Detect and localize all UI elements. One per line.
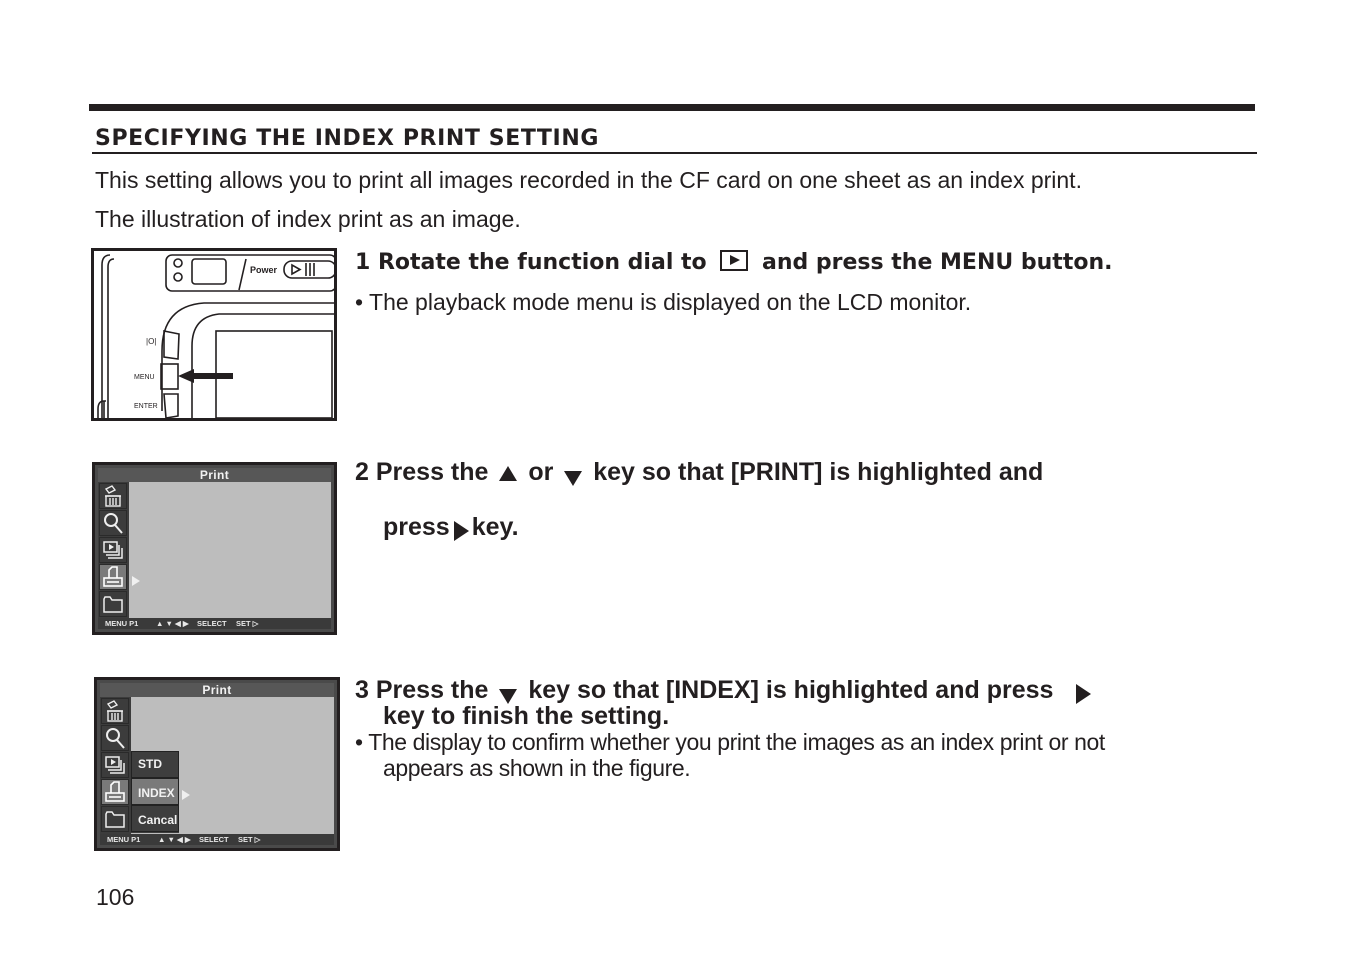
print-submenu: STD INDEX Cancal xyxy=(131,751,179,833)
lcd-title: Print xyxy=(98,468,331,482)
footer-arrows: ▲ ▼ ◀ ▶ xyxy=(158,835,191,844)
submenu-item-std: STD xyxy=(131,751,179,778)
step-2-text-2: or xyxy=(528,458,554,486)
footer-set: SET ▷ xyxy=(238,835,261,844)
step-1-heading: 1 Rotate the function dial to and press … xyxy=(355,250,1112,275)
step-2-number: 2 xyxy=(355,458,369,486)
lcd-content-area xyxy=(129,482,331,618)
step-3-heading-line-1: 3 Press the key so that [INDEX] is highl… xyxy=(355,676,1094,705)
lcd-title: Print xyxy=(100,683,334,697)
lcd-print-menu: Print MENU P1 ▲ ▼ ◀ ▶ SELECT SET ▷ xyxy=(92,462,337,635)
step-1-bullet: • The playback mode menu is displayed on… xyxy=(355,289,972,315)
right-arrow-icon xyxy=(1076,684,1092,704)
lcd-footer: MENU P1 ▲ ▼ ◀ ▶ SELECT SET ▷ xyxy=(98,618,331,629)
folder-icon xyxy=(99,591,127,617)
lcd-print-submenu: Print STD INDEX Cancal MENU P1 ▲ ▼ ◀ ▶ S… xyxy=(94,677,340,851)
step-2-text-3: key so that [PRINT] is highlighted and xyxy=(593,458,1044,486)
power-label: Power xyxy=(250,265,278,275)
footer-select: SELECT xyxy=(199,835,229,844)
page-number: 106 xyxy=(96,884,135,910)
camera-back-illustration: Power |O| MENU ENTER xyxy=(91,248,337,421)
folder-icon xyxy=(101,806,129,832)
footer-set: SET ▷ xyxy=(236,619,259,628)
step-2-text-5: key. xyxy=(471,513,519,541)
footer-page: MENU P1 xyxy=(105,619,139,628)
step-2-text-1: Press the xyxy=(375,458,489,486)
magnify-icon xyxy=(99,510,127,536)
step-3-heading-line-2: key to finish the setting. xyxy=(383,702,670,730)
footer-page: MENU P1 xyxy=(107,835,141,844)
step-1-text-1: Rotate the function dial to xyxy=(377,250,707,275)
lcd-footer: MENU P1 ▲ ▼ ◀ ▶ SELECT SET ▷ xyxy=(100,834,334,845)
footer-select: SELECT xyxy=(197,619,227,628)
playback-mode-icon xyxy=(720,250,749,271)
down-arrow-icon xyxy=(564,471,583,486)
delete-icon xyxy=(99,483,127,509)
selection-pointer xyxy=(132,576,140,586)
submenu-item-cancel: Cancal xyxy=(131,805,179,832)
display-button-label: |O| xyxy=(146,337,156,346)
menu-button-label: MENU xyxy=(134,374,155,381)
delete-icon xyxy=(101,698,129,724)
lcd-menu-icons xyxy=(100,697,131,834)
step-2-text-4: press xyxy=(383,513,450,541)
selection-pointer xyxy=(182,790,190,800)
camera-drawing: Power |O| MENU ENTER xyxy=(97,254,334,418)
print-icon xyxy=(101,779,129,805)
slideshow-icon xyxy=(101,752,129,778)
step-3-bullet-line-1: • The display to confirm whether you pri… xyxy=(355,729,1105,755)
lcd-menu-icons xyxy=(98,482,129,618)
right-arrow-icon xyxy=(453,521,469,541)
footer-arrows: ▲ ▼ ◀ ▶ xyxy=(156,619,189,628)
intro-line-1: This setting allows you to print all ima… xyxy=(95,167,1082,193)
step-3-text-1: Press the xyxy=(375,676,489,704)
magnify-icon xyxy=(101,725,129,751)
step-2-heading-line-2: press key. xyxy=(383,513,519,542)
step-3-text-2: key so that [INDEX] is highlighted and p… xyxy=(528,676,1054,704)
intro-line-2: The illustration of index print as an im… xyxy=(95,206,521,232)
step-2-heading-line-1: 2 Press the or key so that [PRINT] is hi… xyxy=(355,458,1043,487)
step-3-number: 3 xyxy=(355,676,369,704)
step-1-text-2: and press the MENU button. xyxy=(762,250,1113,275)
title-underline xyxy=(92,152,1257,154)
step-3-bullet-line-2: appears as shown in the figure. xyxy=(383,755,691,781)
submenu-item-index: INDEX xyxy=(131,778,179,805)
slideshow-icon xyxy=(99,537,127,563)
up-arrow-icon xyxy=(499,466,518,481)
print-icon xyxy=(99,564,127,590)
step-1-number: 1 xyxy=(355,250,371,275)
section-title: SPECIFYING THE INDEX PRINT SETTING xyxy=(95,126,599,151)
enter-button-label: ENTER xyxy=(134,403,158,410)
top-rule xyxy=(89,104,1255,111)
